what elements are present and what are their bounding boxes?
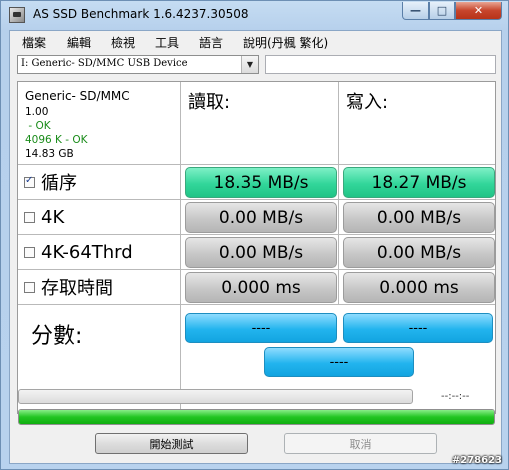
device-size: 14.83 GB <box>25 148 74 160</box>
sequential-write-value: 18.27 MB/s <box>343 167 495 198</box>
current-test-progress <box>18 389 413 404</box>
score-write: ---- <box>343 313 493 343</box>
menu-language[interactable]: 語言 <box>199 34 223 51</box>
sequential-read-value: 18.35 MB/s <box>185 167 337 198</box>
grid-divider <box>18 269 495 270</box>
maximize-icon: □ <box>436 4 448 17</box>
minimize-icon: — <box>410 4 421 17</box>
driver-status: - OK <box>25 120 51 132</box>
4k-64thrd-read-value: 0.00 MB/s <box>185 237 337 268</box>
alignment-status: 4096 K - OK <box>25 134 88 146</box>
4k-write-value: 0.00 MB/s <box>343 202 495 233</box>
grid-divider <box>18 164 495 165</box>
minimize-button[interactable]: — <box>402 2 429 20</box>
read-header: 讀取: <box>188 92 231 113</box>
access-time-write-value: 0.000 ms <box>343 272 495 303</box>
app-icon <box>9 7 25 23</box>
sequential-checkbox[interactable] <box>24 175 35 188</box>
device-version: 1.00 <box>25 106 49 118</box>
menu-tools[interactable]: 工具 <box>155 34 179 51</box>
grid-divider <box>18 199 495 200</box>
write-header: 寫入: <box>346 92 389 113</box>
device-name: Generic- SD/MMC <box>25 89 130 103</box>
row-label: 存取時間 <box>41 278 113 299</box>
row-access-time: 存取時間 <box>24 271 113 303</box>
score-label: 分數: <box>31 324 83 349</box>
info-textbox[interactable] <box>265 55 496 74</box>
access-time-checkbox[interactable] <box>24 281 35 293</box>
4k-64thrd-write-value: 0.00 MB/s <box>343 237 495 268</box>
grid-divider <box>180 82 181 413</box>
results-grid: Generic- SD/MMC 1.00 - OK 4096 K - OK 14… <box>17 81 496 414</box>
start-button[interactable]: 開始測試 <box>95 433 248 454</box>
overall-progress <box>18 409 495 425</box>
row-sequential: 循序 <box>24 166 77 198</box>
menu-edit[interactable]: 編輯 <box>67 34 91 51</box>
app-window: AS SSD Benchmark 1.6.4237.30508 — □ ✕ 檔案… <box>0 0 509 470</box>
score-read: ---- <box>185 313 337 343</box>
menu-help[interactable]: 說明(丹楓 繁化) <box>243 34 328 51</box>
grid-divider <box>18 234 495 235</box>
menu-file[interactable]: 檔案 <box>22 34 46 51</box>
menu-view[interactable]: 檢視 <box>111 34 135 51</box>
row-label: 4K <box>41 206 65 228</box>
4k-checkbox[interactable] <box>24 211 35 223</box>
close-icon: ✕ <box>473 4 484 17</box>
device-select[interactable]: I: Generic- SD/MMC USB Device ▼ <box>17 55 259 74</box>
close-button[interactable]: ✕ <box>455 2 502 20</box>
watermark: #278623 <box>451 455 502 466</box>
chevron-down-icon[interactable]: ▼ <box>241 56 258 73</box>
row-4k-64thrd: 4K-64Thrd <box>24 236 133 268</box>
elapsed-time: --:--:-- <box>441 391 470 402</box>
title-bar[interactable]: AS SSD Benchmark 1.6.4237.30508 — □ ✕ <box>1 1 509 29</box>
grid-divider <box>338 82 339 304</box>
maximize-button[interactable]: □ <box>429 2 455 20</box>
grid-divider <box>18 304 495 305</box>
row-label: 循序 <box>41 173 77 194</box>
device-select-value: I: Generic- SD/MMC USB Device <box>21 58 188 69</box>
row-4k: 4K <box>24 201 64 233</box>
4k-64thrd-checkbox[interactable] <box>24 246 35 258</box>
window-title: AS SSD Benchmark 1.6.4237.30508 <box>33 7 249 21</box>
overall-progress-fill <box>19 410 494 424</box>
client-area: 檔案 編輯 檢視 工具 語言 說明(丹楓 繁化) I: Generic- SD/… <box>9 30 502 464</box>
cancel-button[interactable]: 取消 <box>284 433 437 454</box>
4k-read-value: 0.00 MB/s <box>185 202 337 233</box>
score-total: ---- <box>264 347 414 377</box>
menu-bar: 檔案 編輯 檢視 工具 語言 說明(丹楓 繁化) <box>10 31 501 51</box>
access-time-read-value: 0.000 ms <box>185 272 337 303</box>
row-label: 4K-64Thrd <box>41 241 133 263</box>
